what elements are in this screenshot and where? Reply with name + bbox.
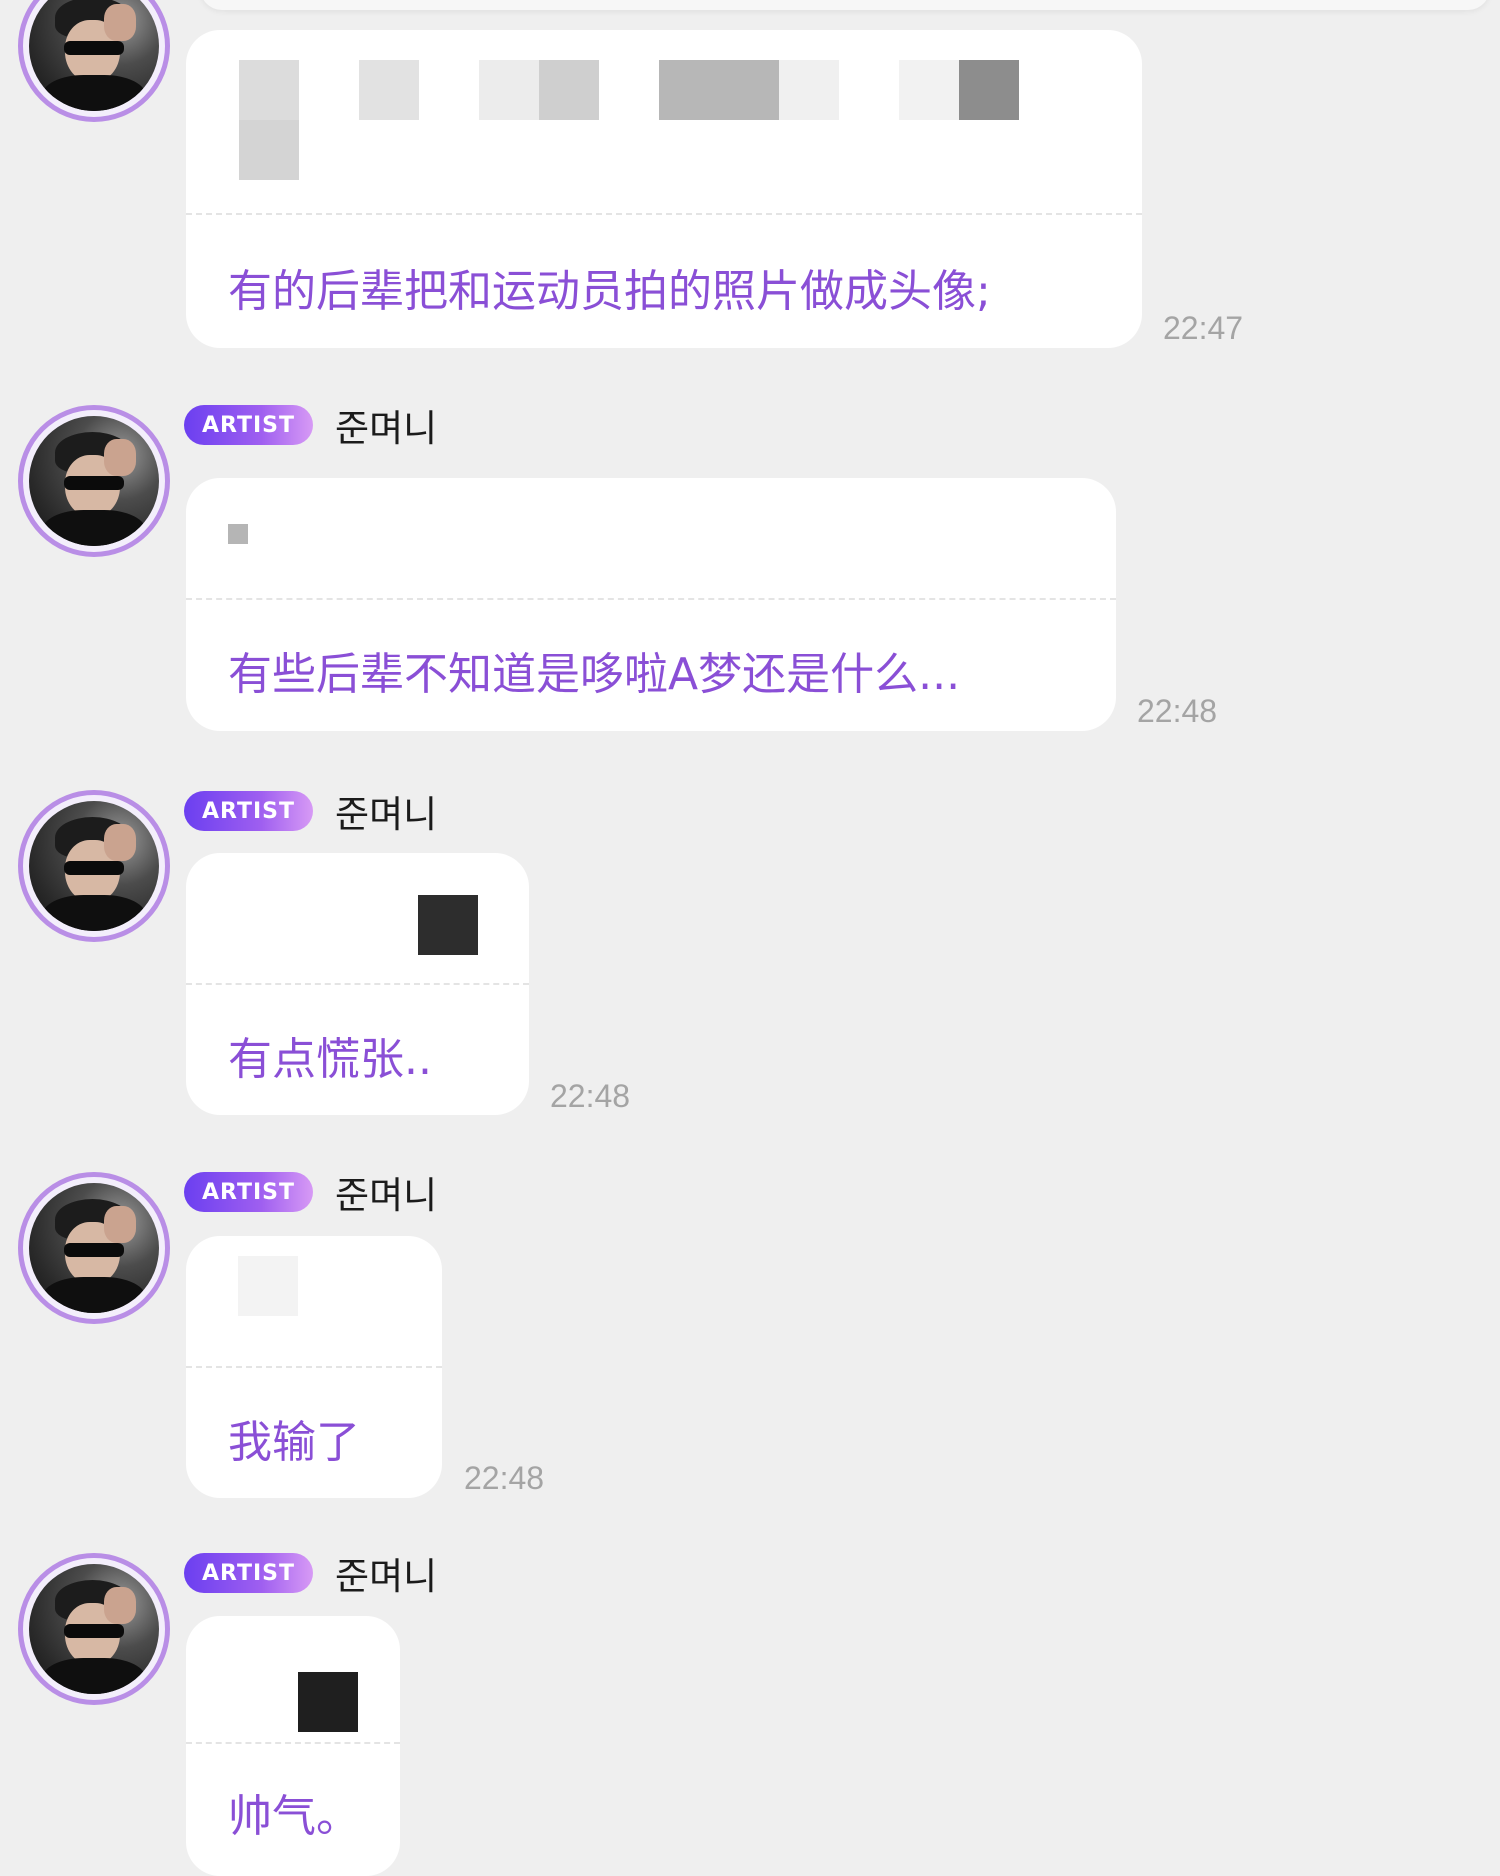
message-bubble[interactable]: 有点慌张..	[186, 853, 529, 1115]
avatar-photo	[29, 1564, 159, 1694]
translation-text: 我输了	[228, 1417, 360, 1468]
timestamp: 22:48	[464, 1460, 545, 1496]
previous-panel-edge	[200, 0, 1490, 10]
translation-text: 有点慌张..	[228, 1034, 432, 1085]
original-text-redacted	[186, 478, 1116, 596]
timestamp: 22:48	[550, 1078, 631, 1114]
message-bubble[interactable]: 有的后辈把和运动员拍的照片做成头像;	[186, 30, 1142, 348]
artist-avatar[interactable]	[18, 790, 170, 942]
translation-divider	[186, 1742, 400, 1744]
original-text-redacted	[186, 853, 529, 983]
avatar-photo	[29, 0, 159, 111]
message-bubble[interactable]: 有些后辈不知道是哆啦A梦还是什么...	[186, 478, 1116, 731]
original-text-redacted	[186, 1616, 400, 1742]
translation-divider	[186, 1366, 442, 1368]
avatar-photo	[29, 416, 159, 546]
avatar-photo	[29, 801, 159, 931]
artist-badge: ARTIST	[184, 1553, 314, 1593]
message-bubble[interactable]: 我输了	[186, 1236, 442, 1498]
artist-avatar[interactable]	[18, 1172, 170, 1324]
translation-text: 帅气。	[228, 1791, 360, 1842]
timestamp: 22:48	[1137, 693, 1218, 729]
original-text-redacted	[186, 1236, 442, 1366]
sender-name[interactable]: 준며니	[335, 398, 437, 452]
translation-text: 有的后辈把和运动员拍的照片做成头像;	[228, 266, 991, 317]
artist-avatar[interactable]	[18, 405, 170, 557]
artist-avatar[interactable]	[18, 0, 170, 122]
avatar-photo	[29, 1183, 159, 1313]
artist-badge: ARTIST	[184, 1172, 314, 1212]
artist-badge: ARTIST	[184, 791, 314, 831]
translation-divider	[186, 213, 1142, 215]
translation-text: 有些后辈不知道是哆啦A梦还是什么...	[228, 649, 961, 700]
sender-name[interactable]: 준며니	[335, 1165, 437, 1219]
translation-divider	[186, 983, 529, 985]
original-text-redacted	[186, 30, 1142, 210]
artist-avatar[interactable]	[18, 1553, 170, 1705]
sender-name[interactable]: 준며니	[335, 784, 437, 838]
artist-badge: ARTIST	[184, 405, 314, 445]
sender-name[interactable]: 준며니	[335, 1546, 437, 1600]
message-bubble[interactable]: 帅气。	[186, 1616, 400, 1876]
timestamp: 22:47	[1163, 310, 1244, 346]
translation-divider	[186, 598, 1116, 600]
